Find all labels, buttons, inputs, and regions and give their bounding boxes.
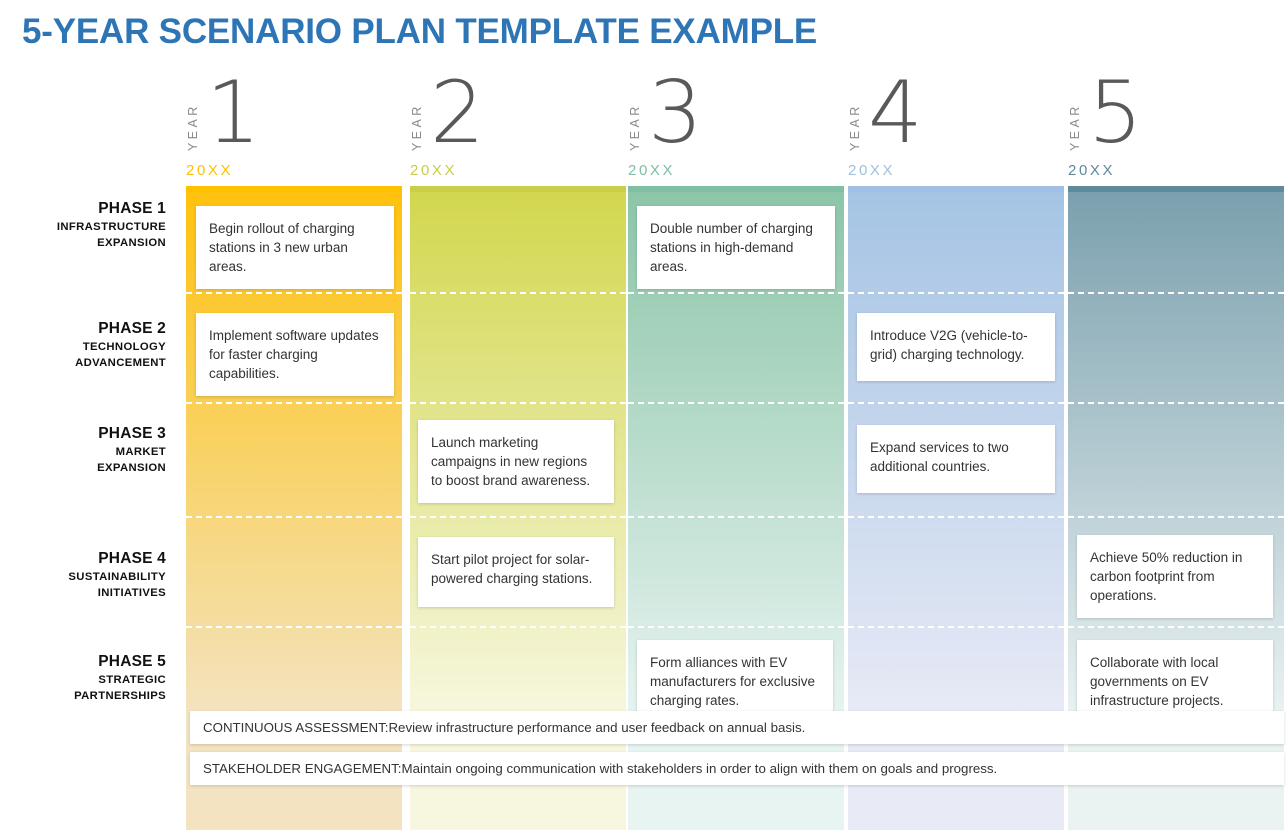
initiative-card-y4-p3[interactable]: Expand services to two additional countr…	[857, 425, 1055, 493]
initiative-card-y2-p3[interactable]: Launch marketing campaigns in new region…	[418, 420, 614, 504]
phase-subtitle-line: ADVANCEMENT	[75, 357, 166, 370]
phase-subtitle-line: MARKET	[115, 446, 166, 458]
footer-banner-text: Review infrastructure performance and us…	[388, 720, 806, 735]
page-title: 5-YEAR SCENARIO PLAN TEMPLATE EXAMPLE	[22, 12, 818, 51]
footer-banner-text: Maintain ongoing communication with stak…	[401, 761, 998, 776]
footer-banner-2[interactable]: STAKEHOLDER ENGAGEMENT: Maintain ongoing…	[190, 752, 1284, 785]
phase-subtitle-line: STRATEGIC	[98, 674, 166, 686]
initiative-card-y2-p4[interactable]: Start pilot project for solar-powered ch…	[418, 537, 614, 607]
phase-subtitle-line: INITIATIVES	[97, 587, 166, 600]
row-divider-3	[1068, 516, 1284, 518]
year-header-4: YEAR 4 20XX	[848, 70, 1064, 186]
year-word-label: YEAR	[410, 103, 424, 151]
row-divider-4	[628, 626, 844, 628]
phase-subtitle: TECHNOLOGY ADVANCEMENT	[0, 339, 166, 372]
year-word-label: YEAR	[1068, 103, 1082, 151]
year-date-label: 20XX	[410, 162, 458, 179]
phase-subtitle-line: SUSTAINABILITY	[68, 571, 166, 583]
phase-label-3: PHASE 3 MARKET EXPANSION	[0, 425, 176, 477]
footer-banner-label: STAKEHOLDER ENGAGEMENT:	[203, 761, 402, 776]
phase-label-4: PHASE 4 SUSTAINABILITY INITIATIVES	[0, 550, 176, 602]
phase-subtitle-line: EXPANSION	[97, 462, 166, 475]
row-divider-1	[628, 292, 844, 294]
row-divider-4	[186, 626, 402, 628]
year-number: 4	[868, 63, 923, 163]
row-divider-3	[628, 516, 844, 518]
year-word-label: YEAR	[628, 103, 642, 151]
year-date-label: 20XX	[848, 162, 896, 179]
row-divider-4	[1068, 626, 1284, 628]
phase-subtitle-line: TECHNOLOGY	[82, 341, 166, 353]
row-divider-2	[628, 402, 844, 404]
row-divider-2	[1068, 402, 1284, 404]
year-date-label: 20XX	[186, 162, 234, 179]
phase-subtitle: STRATEGIC PARTNERSHIPS	[0, 672, 166, 705]
phase-title: PHASE 1	[98, 200, 166, 217]
phase-subtitle: MARKET EXPANSION	[0, 444, 166, 477]
year-header-inner: YEAR 4	[848, 70, 1064, 160]
year-number: 3	[648, 63, 703, 163]
phase-title: PHASE 4	[98, 550, 166, 567]
footer-banner-1[interactable]: CONTINUOUS ASSESSMENT: Review infrastruc…	[190, 711, 1284, 744]
phase-title: PHASE 2	[98, 320, 166, 337]
row-divider-3	[186, 516, 402, 518]
year-number: 2	[430, 63, 485, 163]
initiative-card-y1-p1[interactable]: Begin rollout of charging stations in 3 …	[196, 206, 394, 290]
phase-subtitle-line: PARTNERSHIPS	[74, 690, 166, 703]
year-word-label: YEAR	[848, 103, 862, 151]
phase-subtitle-line: EXPANSION	[97, 237, 166, 250]
row-divider-1	[410, 292, 626, 294]
phase-subtitle: INFRASTRUCTURE EXPANSION	[0, 219, 166, 252]
phase-subtitle-line: INFRASTRUCTURE	[56, 221, 166, 233]
row-divider-4	[410, 626, 626, 628]
row-divider-2	[186, 402, 402, 404]
row-divider-1	[848, 292, 1064, 294]
initiative-card-y4-p2[interactable]: Introduce V2G (vehicle-to-grid) charging…	[857, 313, 1055, 381]
row-divider-3	[848, 516, 1064, 518]
year-header-5: YEAR 5 20XX	[1068, 70, 1284, 186]
year-date-label: 20XX	[1068, 162, 1116, 179]
row-divider-1	[186, 292, 402, 294]
initiative-card-y3-p1[interactable]: Double number of charging stations in hi…	[637, 206, 835, 290]
phase-label-2: PHASE 2 TECHNOLOGY ADVANCEMENT	[0, 320, 176, 372]
phase-subtitle: SUSTAINABILITY INITIATIVES	[0, 569, 166, 602]
year-word-label: YEAR	[186, 103, 200, 151]
year-header-2: YEAR 2 20XX	[410, 70, 626, 186]
row-divider-2	[410, 402, 626, 404]
row-divider-1	[1068, 292, 1284, 294]
initiative-card-y1-p2[interactable]: Implement software updates for faster ch…	[196, 313, 394, 397]
year-header-inner: YEAR 2	[410, 70, 626, 160]
year-header-inner: YEAR 5	[1068, 70, 1284, 160]
phase-label-1: PHASE 1 INFRASTRUCTURE EXPANSION	[0, 200, 176, 252]
year-header-row: YEAR 1 20XX YEAR 2 20XX YEAR 3 20XX YEAR 4 20XX YEAR…	[0, 70, 1288, 186]
year-header-inner: YEAR 1	[186, 70, 402, 160]
initiative-card-y5-p4[interactable]: Achieve 50% reduction in carbon footprin…	[1077, 535, 1273, 619]
footer-banner-label: CONTINUOUS ASSESSMENT:	[203, 720, 389, 735]
year-number: 5	[1088, 63, 1143, 163]
year-header-1: YEAR 1 20XX	[186, 70, 402, 186]
row-divider-4	[848, 626, 1064, 628]
year-number: 1	[206, 63, 261, 163]
row-divider-3	[410, 516, 626, 518]
phase-title: PHASE 3	[98, 425, 166, 442]
phase-label-5: PHASE 5 STRATEGIC PARTNERSHIPS	[0, 653, 176, 705]
year-date-label: 20XX	[628, 162, 676, 179]
phase-title: PHASE 5	[98, 653, 166, 670]
row-divider-2	[848, 402, 1064, 404]
year-header-3: YEAR 3 20XX	[628, 70, 844, 186]
year-header-inner: YEAR 3	[628, 70, 844, 160]
